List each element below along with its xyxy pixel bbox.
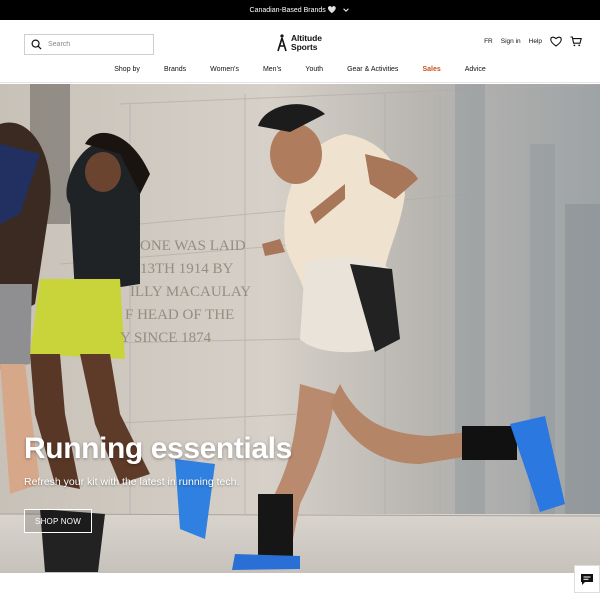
logo-line-2: Sports — [291, 42, 318, 52]
nav-gear-activities[interactable]: Gear & Activities — [335, 66, 410, 73]
nav-mens[interactable]: Men's — [251, 66, 293, 73]
nav-sales[interactable]: Sales — [410, 66, 452, 73]
main-nav: Shop by Brands Women's Men's Youth Gear … — [0, 66, 600, 73]
announcement-bar[interactable]: Canadian-Based Brands 🤍 — [0, 0, 600, 20]
search-icon — [31, 39, 42, 50]
language-link[interactable]: FR — [484, 38, 493, 45]
help-link[interactable]: Help — [529, 38, 542, 45]
utility-nav: FR Sign in Help — [484, 36, 582, 47]
inscription-line-2: 13TH 1914 BY — [140, 261, 234, 277]
chat-icon — [581, 573, 593, 585]
announcement-text: Canadian-Based Brands 🤍 — [249, 7, 337, 14]
hero-subtitle: Refresh your kit with the latest in runn… — [24, 476, 240, 488]
inscription-line-1: ONE WAS LAID — [140, 238, 246, 254]
chat-button[interactable] — [574, 565, 600, 593]
nav-womens[interactable]: Women's — [198, 66, 251, 73]
heart-icon[interactable] — [550, 36, 562, 47]
hero-title: Running essentials — [24, 432, 292, 465]
site-logo[interactable]: Altitude Sports — [277, 34, 322, 52]
inscription-line-4: F HEAD OF THE — [125, 307, 234, 323]
nav-brands[interactable]: Brands — [152, 66, 198, 73]
nav-advice[interactable]: Advice — [453, 66, 498, 73]
chevron-down-icon[interactable] — [342, 6, 350, 14]
search-box[interactable] — [24, 34, 154, 55]
inscription-line-3: ILLY MACAULAY — [130, 284, 251, 300]
hero-banner[interactable]: ONE WAS LAID 13TH 1914 BY ILLY MACAULAY … — [0, 84, 600, 573]
altitude-logo-icon — [277, 34, 287, 52]
nav-youth[interactable]: Youth — [293, 66, 335, 73]
inscription-line-5: Y SINCE 1874 — [120, 330, 212, 346]
nav-shop-by[interactable]: Shop by — [102, 66, 152, 73]
sign-in-link[interactable]: Sign in — [501, 38, 521, 45]
site-header: Altitude Sports FR Sign in Help Shop by … — [0, 20, 600, 83]
cart-icon[interactable] — [570, 36, 582, 47]
hero-photo: ONE WAS LAID 13TH 1914 BY ILLY MACAULAY … — [0, 84, 600, 573]
search-input[interactable] — [48, 41, 138, 48]
shop-now-button[interactable]: SHOP NOW — [24, 509, 92, 533]
